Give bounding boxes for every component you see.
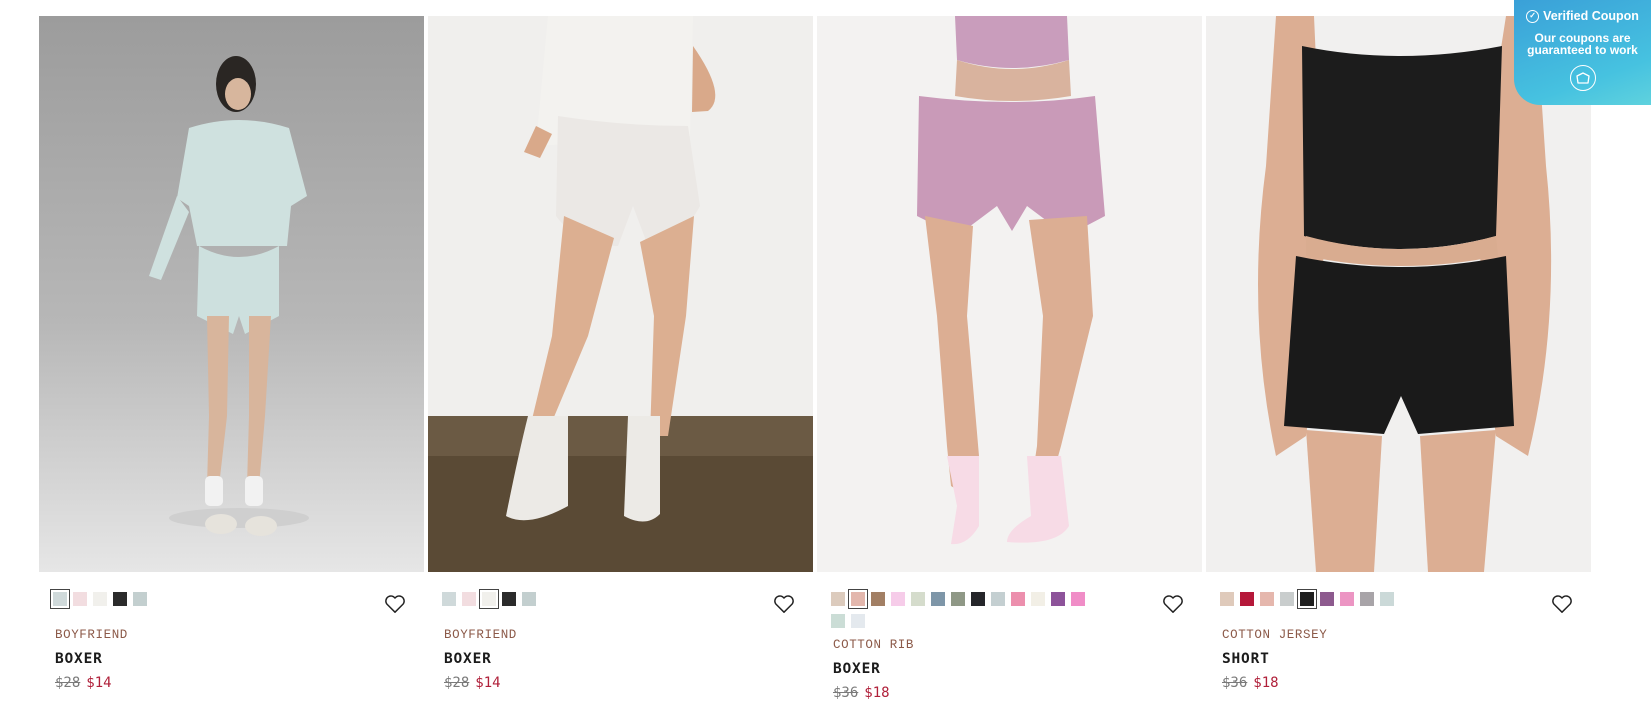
product-collection: BOYFRIEND xyxy=(55,628,128,642)
product-image[interactable] xyxy=(817,16,1202,572)
product-name[interactable]: BOXER xyxy=(833,661,1202,677)
sale-price: $18 xyxy=(864,685,890,701)
color-swatch[interactable] xyxy=(502,592,516,606)
product-name[interactable]: BOXER xyxy=(444,651,813,667)
product-image[interactable] xyxy=(428,16,813,572)
color-swatch[interactable] xyxy=(848,589,868,609)
product-collection: COTTON RIB xyxy=(833,638,915,652)
product-image[interactable] xyxy=(39,16,424,572)
heart-icon[interactable] xyxy=(1162,594,1184,614)
original-price: $36 xyxy=(833,685,859,701)
color-swatch[interactable] xyxy=(1380,592,1394,606)
color-swatch[interactable] xyxy=(1051,592,1065,606)
product-card[interactable]: BOYFRIEND BOXER $28 $14 xyxy=(428,16,813,701)
color-swatch[interactable] xyxy=(462,592,476,606)
color-swatch[interactable] xyxy=(951,592,965,606)
color-swatches xyxy=(50,589,323,609)
color-swatch[interactable] xyxy=(93,592,107,606)
product-price: $36 $18 xyxy=(833,685,1202,701)
color-swatch-row xyxy=(428,589,813,618)
color-swatch[interactable] xyxy=(442,592,456,606)
heart-icon[interactable] xyxy=(384,594,406,614)
coupon-line-2: guaranteed to work xyxy=(1527,43,1638,57)
coupon-description: Our coupons are guaranteed to work xyxy=(1514,32,1651,56)
color-swatch[interactable] xyxy=(522,592,536,606)
coupon-title-text: Verified Coupon xyxy=(1543,9,1639,23)
color-swatch[interactable] xyxy=(1340,592,1354,606)
sale-price: $14 xyxy=(475,675,501,691)
heart-icon[interactable] xyxy=(1551,594,1573,614)
color-swatch[interactable] xyxy=(133,592,147,606)
product-collection: BOYFRIEND xyxy=(444,628,517,642)
product-name[interactable]: BOXER xyxy=(55,651,424,667)
color-swatch[interactable] xyxy=(1031,592,1045,606)
color-swatch[interactable] xyxy=(50,589,70,609)
original-price: $28 xyxy=(55,675,81,691)
color-swatch[interactable] xyxy=(1260,592,1274,606)
sale-price: $18 xyxy=(1253,675,1279,691)
original-price: $28 xyxy=(444,675,470,691)
color-swatch[interactable] xyxy=(479,589,499,609)
heart-icon[interactable] xyxy=(773,594,795,614)
product-collection: COTTON JERSEY xyxy=(1222,628,1328,642)
check-circle-icon: ✓ xyxy=(1526,9,1540,23)
product-price: $28 $14 xyxy=(444,675,813,691)
product-card[interactable]: BOYFRIEND BOXER $28 $14 xyxy=(39,16,424,701)
color-swatch[interactable] xyxy=(971,592,985,606)
color-swatch[interactable] xyxy=(1071,592,1085,606)
color-swatch[interactable] xyxy=(891,592,905,606)
color-swatch[interactable] xyxy=(991,592,1005,606)
color-swatch[interactable] xyxy=(1220,592,1234,606)
original-price: $36 xyxy=(1222,675,1248,691)
color-swatch[interactable] xyxy=(851,614,865,628)
product-price: $36 $18 xyxy=(1222,675,1591,691)
verified-coupon-widget[interactable]: ✓ Verified Coupon Our coupons are guaran… xyxy=(1514,0,1651,105)
color-swatch[interactable] xyxy=(911,592,925,606)
color-swatches xyxy=(1220,589,1490,609)
color-swatch[interactable] xyxy=(871,592,885,606)
color-swatch[interactable] xyxy=(1280,592,1294,606)
sale-price: $14 xyxy=(86,675,112,691)
color-swatch-row xyxy=(39,589,424,618)
product-card[interactable]: COTTON RIB BOXER $36 $18 xyxy=(817,16,1202,701)
color-swatch[interactable] xyxy=(1240,592,1254,606)
color-swatch[interactable] xyxy=(831,614,845,628)
color-swatch[interactable] xyxy=(1360,592,1374,606)
coupon-icon[interactable] xyxy=(1569,65,1596,91)
coupon-title: ✓ Verified Coupon xyxy=(1514,9,1651,23)
color-swatch[interactable] xyxy=(931,592,945,606)
color-swatch[interactable] xyxy=(1297,589,1317,609)
color-swatch-row xyxy=(1206,589,1591,618)
product-card[interactable]: COTTON JERSEY SHORT $36 $18 xyxy=(1206,16,1591,701)
product-grid: BOYFRIEND BOXER $28 $14 BOYFRIEND BOXER … xyxy=(39,16,1591,701)
product-price: $28 $14 xyxy=(55,675,424,691)
color-swatches xyxy=(442,589,712,609)
product-name[interactable]: SHORT xyxy=(1222,651,1591,667)
color-swatch[interactable] xyxy=(831,592,845,606)
color-swatches xyxy=(831,589,1101,628)
color-swatch-row xyxy=(817,589,1202,628)
color-swatch[interactable] xyxy=(1011,592,1025,606)
color-swatch[interactable] xyxy=(113,592,127,606)
color-swatch[interactable] xyxy=(1320,592,1334,606)
color-swatch[interactable] xyxy=(73,592,87,606)
